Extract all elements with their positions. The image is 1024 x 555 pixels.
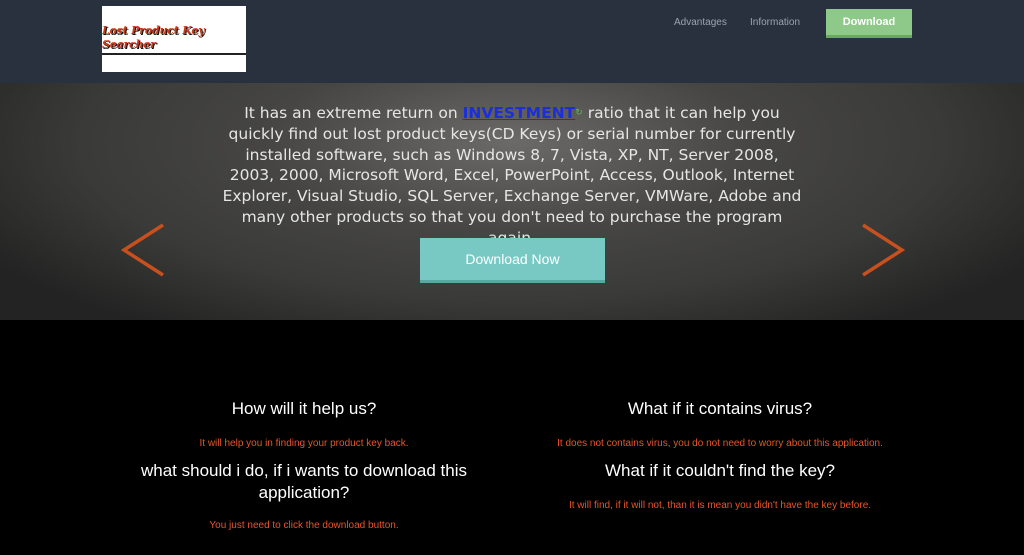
carousel-next-arrow-icon[interactable] [861,223,905,277]
nav-link-information[interactable]: Information [750,17,800,28]
faq-question-virus: What if it contains virus? [627,399,813,418]
nav-link-advantages[interactable]: Advantages [674,17,727,28]
hero-description: It has an extreme return on INVESTMENT↻ … [222,103,802,241]
investment-link[interactable]: INVESTMENT [463,104,576,122]
faq-answer-find-key: It will find, if it will not, than it is… [568,500,872,511]
hero-text-after-link: ratio that it can help you quickly find … [222,104,802,241]
download-button[interactable]: Download [826,9,912,38]
top-navbar: Lost Product Key Searcher Advantages Inf… [0,0,1024,83]
carousel-prev-arrow-icon[interactable] [121,223,165,277]
faq-answer-download: You just need to click the download butt… [209,520,399,531]
faq-question-download: what should i do, if i wants to download… [140,461,468,502]
hero-carousel: It has an extreme return on INVESTMENT↻ … [0,83,1024,320]
faq-question-find-key: What if it couldn't find the key? [604,461,836,480]
site-logo[interactable]: Lost Product Key Searcher [102,6,246,72]
logo-text: Lost Product Key Searcher [102,24,246,55]
external-link-icon: ↻ [575,108,583,118]
download-now-button[interactable]: Download Now [420,238,605,283]
faq-answer-virus: It does not contains virus, you do not n… [557,438,883,449]
hero-text-before-link: It has an extreme return on [244,104,463,122]
faq-answer-help: It will help you in finding your product… [199,438,409,449]
faq-question-help: How will it help us? [231,399,377,418]
